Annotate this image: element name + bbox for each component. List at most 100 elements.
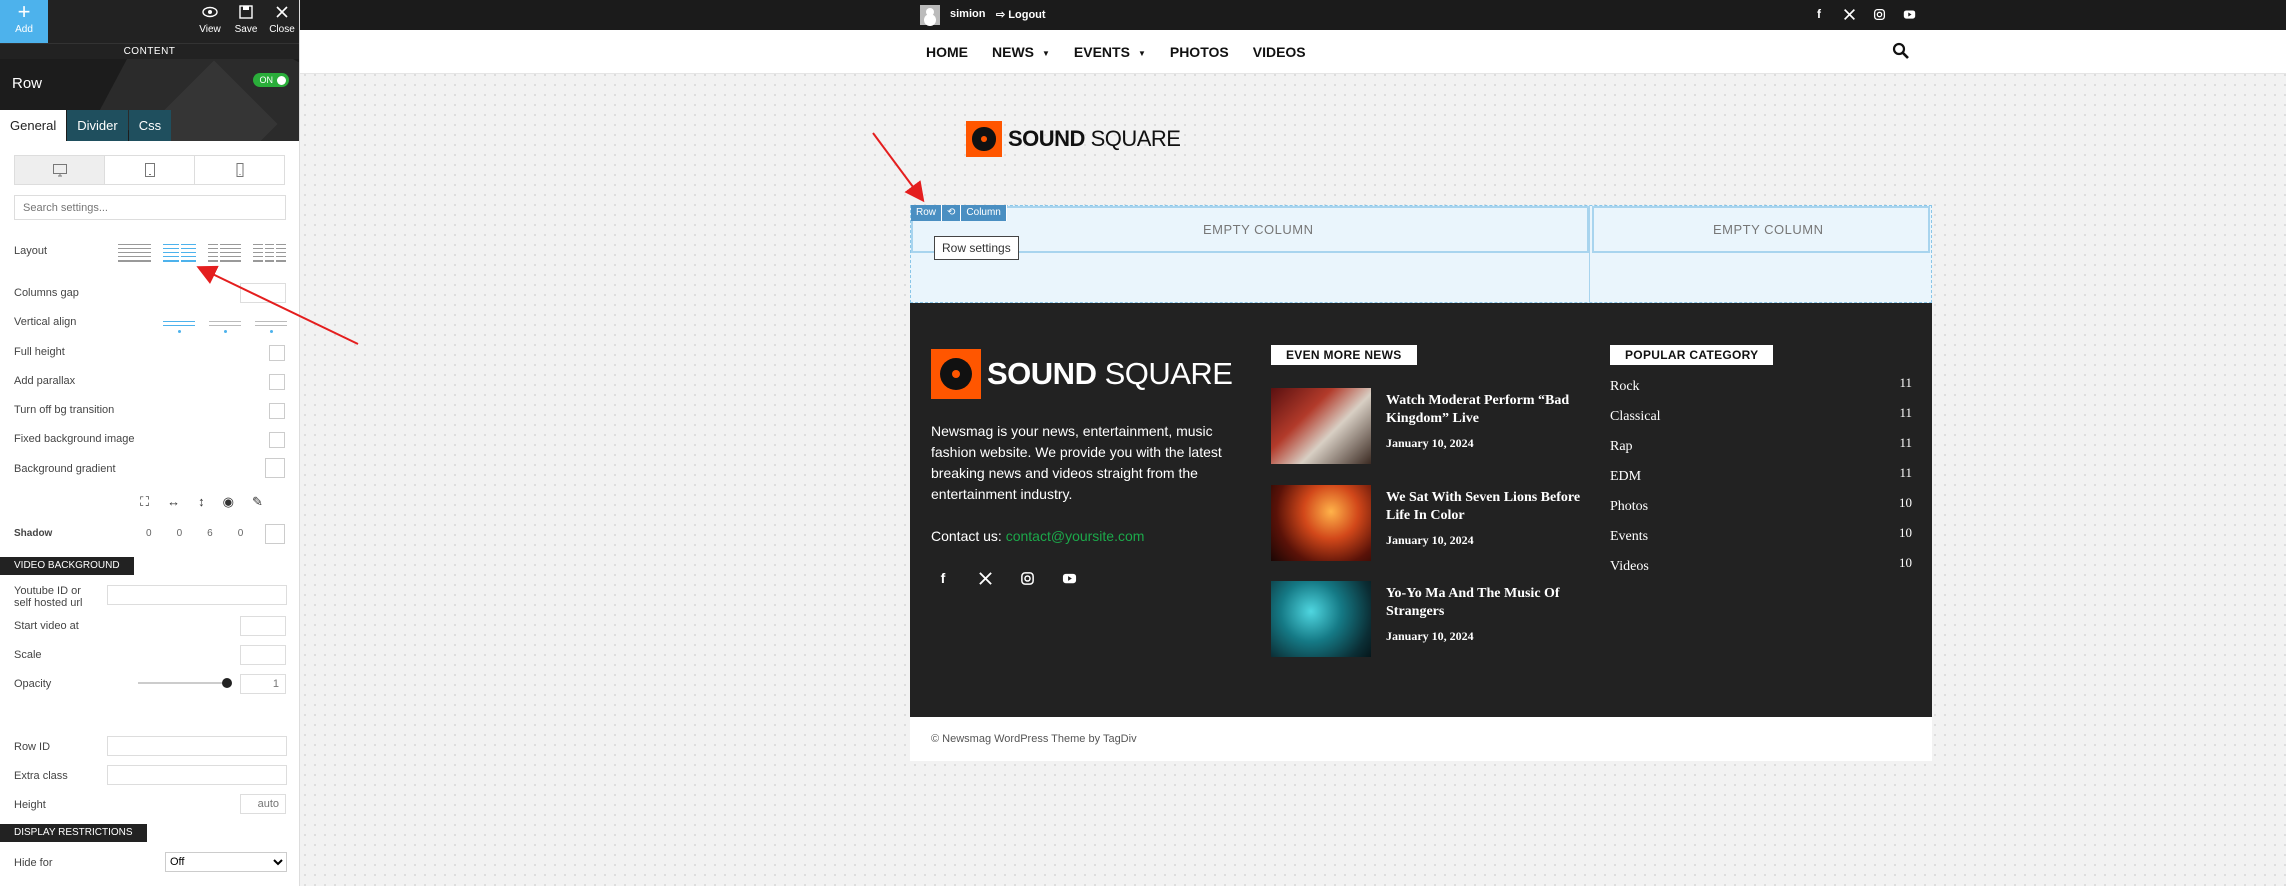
layout-2-col-alt[interactable] xyxy=(208,244,241,262)
list-item[interactable]: Classical 11 xyxy=(1610,405,1912,439)
search-settings-input[interactable] xyxy=(14,195,286,220)
youtube-icon[interactable] xyxy=(1902,7,1916,21)
turn-off-bg-checkbox[interactable] xyxy=(269,403,285,419)
add-button[interactable]: + Add xyxy=(0,0,48,43)
extra-class-input[interactable] xyxy=(107,765,287,785)
valign-bottom[interactable] xyxy=(255,314,287,333)
list-item[interactable]: EDM 11 xyxy=(1610,465,1912,499)
site-logo[interactable]: SOUND SQUARE xyxy=(966,121,1181,157)
layout-1-col[interactable] xyxy=(118,244,151,262)
fixed-bg-checkbox[interactable] xyxy=(269,432,285,448)
contact-email-link[interactable]: contact@yoursite.com xyxy=(1006,528,1145,544)
nav-videos[interactable]: VIDEOS xyxy=(1253,44,1306,60)
device-tablet-button[interactable] xyxy=(105,156,195,184)
eyedropper-icon[interactable]: ✎ xyxy=(252,494,263,510)
shadow-values: 0 0 6 0 xyxy=(146,528,243,539)
add-parallax-checkbox[interactable] xyxy=(269,374,285,390)
list-item[interactable]: Events 10 xyxy=(1610,525,1912,559)
footer-logo-text: SOUND SQUARE xyxy=(987,356,1233,391)
tab-general[interactable]: General xyxy=(0,110,67,141)
view-button[interactable]: View xyxy=(193,4,227,35)
shadow-value[interactable]: 0 xyxy=(177,528,183,539)
opacity-input[interactable] xyxy=(240,674,286,694)
list-item[interactable]: Rap 11 xyxy=(1610,435,1912,469)
shadow-value[interactable]: 6 xyxy=(207,528,213,539)
x-icon[interactable] xyxy=(1842,7,1856,21)
footer-logo[interactable]: SOUND SQUARE xyxy=(931,349,1233,399)
news-thumbnail[interactable] xyxy=(1271,581,1371,657)
plus-icon: + xyxy=(17,0,31,24)
row-id-input[interactable] xyxy=(107,736,287,756)
height-input[interactable] xyxy=(240,794,286,814)
layout-2-col[interactable] xyxy=(163,244,196,262)
category-block-title: POPULAR CATEGORY xyxy=(1610,345,1774,365)
vertical-arrows-icon[interactable]: ↕ xyxy=(198,494,205,510)
video-background-header: VIDEO BACKGROUND xyxy=(0,557,134,575)
mobile-icon xyxy=(236,163,243,177)
nav-events[interactable]: EVENTS ▼ xyxy=(1074,44,1146,60)
panel-tabs: General Divider Css xyxy=(0,110,172,141)
list-item[interactable]: Yo-Yo Ma And The Music Of Strangers Janu… xyxy=(1271,581,1591,661)
vertical-align-options xyxy=(163,314,287,333)
list-item[interactable]: We Sat With Seven Lions Before Life In C… xyxy=(1271,485,1591,565)
list-item[interactable]: Watch Moderat Perform “Bad Kingdom” Live… xyxy=(1271,388,1591,468)
save-button[interactable]: Save xyxy=(229,4,263,35)
instagram-icon[interactable] xyxy=(1872,7,1886,21)
bg-gradient-picker[interactable] xyxy=(265,458,285,478)
news-title[interactable]: We Sat With Seven Lions Before Life In C… xyxy=(1386,489,1581,525)
news-thumbnail[interactable] xyxy=(1271,485,1371,561)
radio-icon[interactable]: ◉ xyxy=(223,494,234,510)
add-label: Add xyxy=(15,24,33,35)
shadow-value[interactable]: 0 xyxy=(146,528,152,539)
shadow-color-picker[interactable] xyxy=(265,524,285,544)
news-title[interactable]: Watch Moderat Perform “Bad Kingdom” Live xyxy=(1386,392,1581,428)
device-mobile-button[interactable] xyxy=(195,156,284,184)
opacity-slider[interactable] xyxy=(138,678,232,688)
tab-css[interactable]: Css xyxy=(128,110,172,141)
facebook-icon[interactable]: f xyxy=(1812,7,1826,21)
tab-divider[interactable]: Divider xyxy=(67,110,128,141)
logout-link[interactable]: ⇨ Logout xyxy=(996,8,1046,21)
news-date: January 10, 2024 xyxy=(1386,629,1474,643)
list-item[interactable]: Rock 11 xyxy=(1610,375,1912,409)
username[interactable]: simion xyxy=(950,8,985,20)
youtube-id-input[interactable] xyxy=(107,585,287,605)
news-date: January 10, 2024 xyxy=(1386,533,1474,547)
opacity-label: Opacity xyxy=(14,678,52,690)
column-tool-button[interactable]: Column xyxy=(961,205,1007,221)
avatar xyxy=(920,5,940,25)
news-title[interactable]: Yo-Yo Ma And The Music Of Strangers xyxy=(1386,585,1581,621)
nav-news[interactable]: NEWS ▼ xyxy=(992,44,1050,60)
copyright-bar: © Newsmag WordPress Theme by TagDiv xyxy=(910,717,1932,761)
row-tool-button[interactable]: Row xyxy=(911,205,943,221)
valign-top[interactable] xyxy=(163,314,195,333)
shadow-value[interactable]: 0 xyxy=(238,528,244,539)
nav-home[interactable]: HOME xyxy=(926,44,968,60)
full-height-checkbox[interactable] xyxy=(269,345,285,361)
news-thumbnail[interactable] xyxy=(1271,388,1371,464)
hide-for-select[interactable]: Off xyxy=(165,852,287,872)
columns-gap-input[interactable] xyxy=(240,283,286,303)
horizontal-arrows-icon[interactable]: ↔ xyxy=(167,494,180,510)
youtube-icon[interactable] xyxy=(1060,569,1078,587)
display-restrictions-header: DISPLAY RESTRICTIONS xyxy=(0,824,147,842)
instagram-icon[interactable] xyxy=(1018,569,1036,587)
close-button[interactable]: Close xyxy=(265,4,299,35)
expand-icon[interactable]: ⛶ xyxy=(140,494,149,510)
valign-middle[interactable] xyxy=(209,314,241,333)
row-drag-handle-icon[interactable]: ⟲ xyxy=(942,205,962,221)
search-icon[interactable] xyxy=(1892,42,1910,63)
row-settings-tooltip: Row settings xyxy=(934,236,1019,260)
top-bar: simion ⇨ Logout f xyxy=(300,0,2286,30)
nav-photos[interactable]: PHOTOS xyxy=(1170,44,1229,60)
row-enabled-toggle[interactable]: ON xyxy=(252,73,289,87)
device-desktop-button[interactable] xyxy=(15,156,105,184)
start-video-input[interactable] xyxy=(240,616,286,636)
scale-input[interactable] xyxy=(240,645,286,665)
layout-3-col[interactable] xyxy=(253,244,287,262)
list-item[interactable]: Videos 10 xyxy=(1610,555,1912,589)
youtube-id-label: Youtube ID or self hosted url xyxy=(14,585,83,609)
x-icon[interactable] xyxy=(976,569,994,587)
list-item[interactable]: Photos 10 xyxy=(1610,495,1912,529)
facebook-icon[interactable]: f xyxy=(934,569,952,587)
